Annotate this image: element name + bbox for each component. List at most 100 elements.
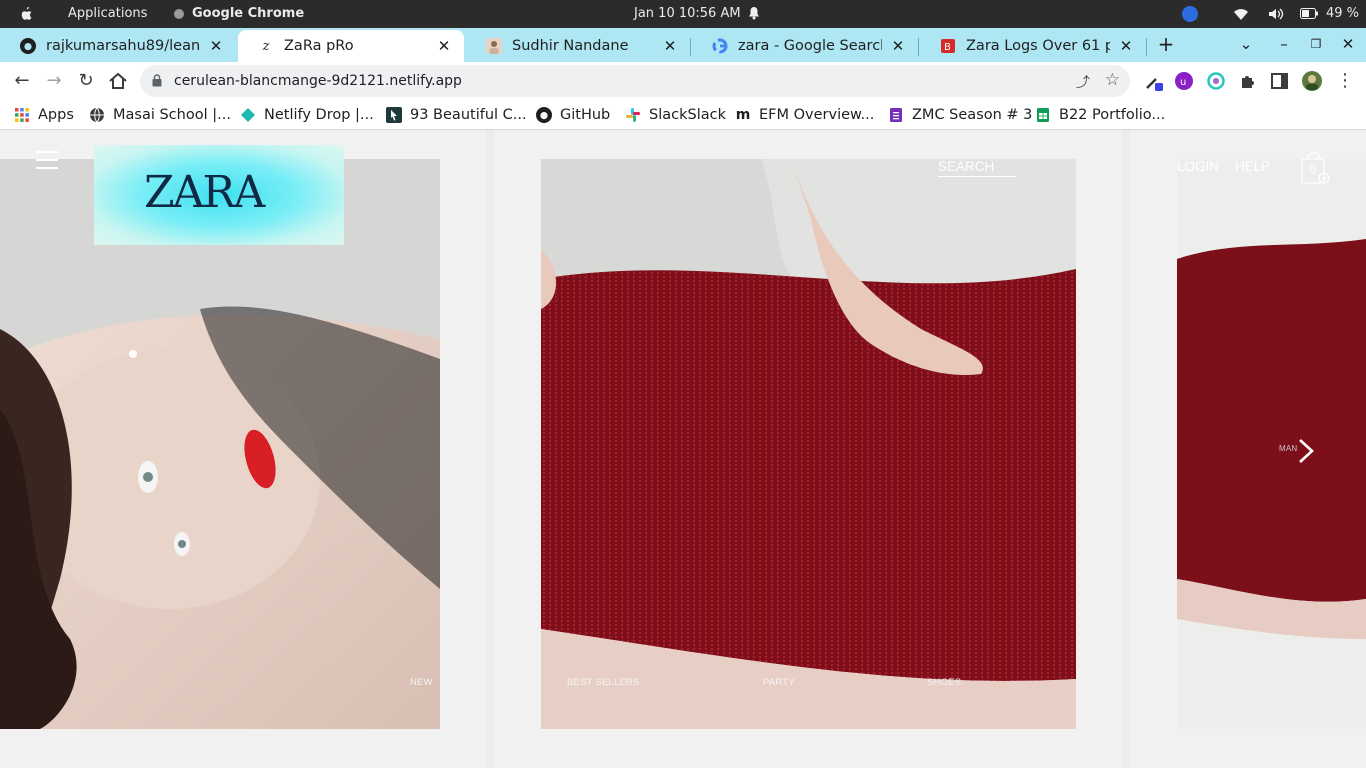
side-panel-icon[interactable] [1270,71,1290,91]
zara-logo[interactable]: ZARA [94,145,344,245]
clock[interactable]: Jan 10 10:56 AM [634,6,741,21]
help-link[interactable]: HELP [1235,159,1270,174]
bag-count: 0 [1309,163,1316,177]
cursor-icon [386,107,402,123]
shopping-bag-icon[interactable]: 0 [1300,151,1330,185]
close-icon[interactable]: ✕ [1118,38,1134,54]
category-label-best-sellers[interactable]: BEST SELLERS [567,677,639,688]
tab-search-chevron-icon[interactable]: ⌄ [1236,34,1256,54]
back-arrow-icon[interactable]: ← [11,70,33,92]
bookmarks-bar: Apps Masai School |... Netlify Drop |...… [0,100,1366,130]
svg-text:u: u [1180,77,1186,88]
kebab-menu-icon[interactable]: ⋮ [1334,70,1356,92]
bookmark-label: Apps [38,107,74,123]
avatar-icon [486,38,502,54]
browser-toolbar: ← → ↻ cerulean-blancmange-9d2121.netlify… [0,62,1366,100]
bookmark-label: Masai School |... [113,107,231,123]
bookmark-apps[interactable]: Apps [14,105,74,125]
category-panel-man[interactable]: MAN [1130,131,1366,768]
restore-icon[interactable]: ❐ [1306,34,1326,54]
github-icon [20,38,36,54]
zoom-tray-icon[interactable] [1182,6,1198,22]
tab-strip: rajkumarsahu89/lean-tic ✕ z ZaRa pRo ✕ S… [0,28,1366,62]
bookmark-efm-overview[interactable]: m EFM Overview... [735,105,875,125]
bookmark-slack[interactable]: SlackSlack [625,105,726,125]
tab-google-search[interactable]: zara - Google Search ✕ [692,30,918,62]
category-label-party[interactable]: PARTY [763,677,795,688]
minimize-icon[interactable]: – [1274,34,1294,54]
next-slide-image[interactable]: MAN [1177,159,1366,729]
bookmark-93-beautiful[interactable]: 93 Beautiful C... [386,105,527,125]
puzzle-extensions-icon[interactable] [1238,71,1258,91]
slack-icon [626,108,640,122]
tab-title: rajkumarsahu89/lean-tic [46,38,200,54]
address-bar[interactable]: cerulean-blancmange-9d2121.netlify.app ⤴… [140,65,1130,97]
battery-percent: 49 % [1326,6,1360,21]
category-label-shoes[interactable]: SHOES [927,677,961,688]
wifi-icon[interactable] [1233,7,1249,21]
bookmark-netlify-drop[interactable]: Netlify Drop |... [240,105,374,125]
applications-menu[interactable]: Applications [68,6,147,21]
bookmark-label: B22 Portfolio... [1059,107,1166,123]
share-icon[interactable]: ⤴ [1076,72,1090,92]
bookmark-masai-school[interactable]: Masai School |... [89,105,231,125]
active-app-label[interactable]: Google Chrome [192,6,304,21]
github-icon [536,107,552,123]
chevron-right-icon[interactable] [1296,437,1316,465]
profile-avatar[interactable] [1302,71,1322,91]
battery-icon[interactable] [1300,8,1318,19]
zara-logo-text: ZARA [144,167,265,218]
tab-title: zara - Google Search [738,38,882,54]
zara-z-icon: z [262,38,270,54]
close-icon[interactable]: ✕ [662,38,678,54]
apple-icon[interactable] [18,6,34,22]
netlify-icon [241,108,255,122]
google-icon [712,38,728,54]
lock-icon[interactable] [152,74,162,87]
purple-extension-icon[interactable]: u [1174,71,1194,91]
search-link[interactable]: SEARCH [938,159,1016,177]
login-link[interactable]: LOGIN [1177,159,1219,174]
tab-title: Zara Logs Over 61 pc Gro [966,38,1110,54]
hamburger-menu-icon[interactable] [36,151,58,169]
red-sequin-dress-image[interactable]: BEST SELLERS PARTY SHOES [541,159,1076,729]
apps-grid-icon [15,108,29,122]
globe-icon [90,107,104,123]
close-icon[interactable]: ✕ [436,38,452,54]
bookmark-label: SlackSlack [649,107,726,123]
tab-separator [918,38,919,56]
tab-sudhir-nandane[interactable]: Sudhir Nandane ✕ [466,30,690,62]
bookmark-star-icon[interactable]: ☆ [1105,70,1120,90]
home-icon[interactable] [107,70,129,92]
chrome-app-icon [174,9,184,19]
category-panel-party[interactable]: BEST SELLERS PARTY SHOES [494,131,1122,768]
tab-zara-logs[interactable]: B Zara Logs Over 61 pc Gro ✕ [920,30,1146,62]
tab-zara-pro[interactable]: z ZaRa pRo ✕ [238,30,464,62]
bookmark-label: GitHub [560,107,611,123]
tab-separator [690,38,691,56]
tab-separator [1146,38,1147,56]
reload-icon[interactable]: ↻ [75,70,97,92]
os-top-bar: Applications Google Chrome Jan 10 10:56 … [0,0,1366,28]
bell-icon[interactable] [748,6,760,20]
url-text[interactable]: cerulean-blancmange-9d2121.netlify.app [174,73,462,89]
tab-title: Sudhir Nandane [512,38,629,54]
forms-icon [890,108,902,122]
close-icon[interactable]: ✕ [208,38,224,54]
new-tab-plus-icon[interactable]: + [1156,34,1176,54]
eyedropper-extension-icon[interactable] [1144,71,1164,91]
bookmark-b22-portfolio[interactable]: B22 Portfolio... [1035,105,1165,125]
sheets-icon [1037,108,1049,122]
category-label-new[interactable]: NEW [410,677,433,688]
svg-text:B: B [944,42,951,53]
close-icon[interactable]: ✕ [890,38,906,54]
forward-arrow-icon[interactable]: → [43,70,65,92]
window-close-icon[interactable]: ✕ [1338,34,1358,54]
category-label-man[interactable]: MAN [1279,444,1297,453]
bookmark-label: Netlify Drop |... [264,107,374,123]
teal-extension-icon[interactable] [1206,71,1226,91]
volume-icon[interactable] [1268,7,1284,21]
bookmark-github[interactable]: GitHub [536,105,610,125]
bookmark-zmc-season[interactable]: ZMC Season # 3 [888,105,1032,125]
tab-github-repo[interactable]: rajkumarsahu89/lean-tic ✕ [0,30,236,62]
